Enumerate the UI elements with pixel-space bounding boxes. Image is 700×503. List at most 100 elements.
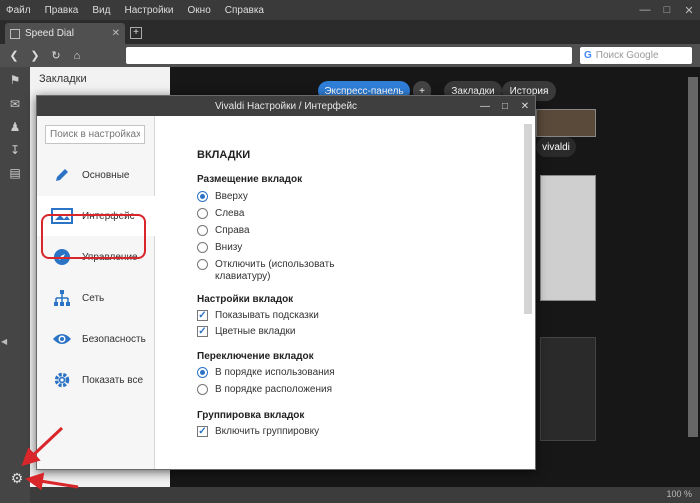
checkbox-checked-icon[interactable]: ✓ (197, 326, 208, 337)
address-input[interactable] (126, 47, 572, 64)
maximize-icon[interactable]: □ (656, 0, 678, 20)
eye-icon (51, 328, 73, 350)
menu-view[interactable]: Вид (92, 5, 110, 16)
collapse-arrow-icon[interactable]: ◀ (1, 337, 7, 346)
minimize-icon[interactable]: — (634, 0, 656, 20)
radio-button[interactable] (197, 367, 208, 378)
dialog-maximize-icon[interactable]: □ (495, 96, 515, 116)
settings-content: ВКЛАДКИ Размещение вкладок Вверху Слева … (155, 116, 535, 469)
menu-bar: Файл Правка Вид Настройки Окно Справка (0, 0, 700, 20)
group-title: Настройки вкладок (197, 294, 294, 305)
status-bar: 100 % (30, 487, 700, 503)
speed-dial-tile[interactable] (540, 337, 596, 441)
section-title: ВКЛАДКИ (197, 149, 251, 161)
gear-icon (51, 369, 73, 391)
option-label: Показывать подсказки (215, 310, 319, 321)
option-label: Отключить (использовать клавиатуру) (215, 259, 335, 282)
forward-icon[interactable]: ❯ (27, 49, 43, 62)
scrollbar[interactable] (688, 77, 698, 437)
menu-window[interactable]: Окно (188, 5, 211, 16)
close-icon[interactable]: ✕ (678, 0, 700, 20)
tab-close-icon[interactable]: ✕ (112, 28, 120, 39)
option-label: Цветные вкладки (215, 326, 296, 337)
dialog-close-icon[interactable]: ✕ (515, 96, 535, 116)
checkbox-checked-icon[interactable]: ✓ (197, 426, 208, 437)
search-field[interactable]: G Поиск Google (580, 47, 692, 64)
window-controls: — □ ✕ (634, 0, 700, 20)
bookmark-icon[interactable]: ⚑ (8, 73, 22, 87)
panel-title: Закладки (39, 73, 87, 85)
dialog-minimize-icon[interactable]: — (475, 96, 495, 116)
checkbox-grouping[interactable]: ✓ Включить группировку (197, 426, 319, 438)
radio-top[interactable]: Вверху (197, 191, 248, 203)
menu-edit[interactable]: Правка (45, 5, 79, 16)
settings-sidebar: Основные Интерфейс Управление Сеть Безоп (37, 116, 155, 469)
back-icon[interactable]: ❮ (6, 49, 22, 62)
radio-button[interactable] (197, 191, 208, 202)
radio-disable[interactable]: Отключить (использовать клавиатуру) (197, 259, 337, 283)
contacts-icon[interactable]: ♟ (8, 120, 22, 134)
group-title: Группировка вкладок (197, 410, 305, 421)
radio-position-order[interactable]: В порядке расположения (197, 384, 332, 396)
tile-label: vivaldi (536, 137, 576, 157)
option-label: Слева (215, 208, 245, 219)
home-icon[interactable]: ⌂ (69, 50, 85, 62)
notes-icon[interactable]: ▤ (8, 166, 22, 180)
nav-show-all[interactable]: Показать все (37, 360, 155, 400)
radio-button[interactable] (197, 242, 208, 253)
menu-settings[interactable]: Настройки (124, 5, 173, 16)
radio-left[interactable]: Слева (197, 208, 244, 220)
checkbox-checked-icon[interactable]: ✓ (197, 310, 208, 321)
group-title: Размещение вкладок (197, 174, 303, 185)
nav-label: Показать все (82, 374, 144, 386)
settings-scrollbar[interactable] (524, 124, 532, 464)
option-label: В порядке расположения (215, 384, 333, 395)
group-title: Переключение вкладок (197, 351, 314, 362)
menu-help[interactable]: Справка (225, 5, 264, 16)
checkbox-tooltips[interactable]: ✓ Показывать подсказки (197, 310, 319, 322)
option-label: Внизу (215, 242, 243, 253)
radio-button[interactable] (197, 384, 208, 395)
side-panel-strip: ⚑ ✉ ♟ ↧ ▤ ◀ (0, 67, 30, 503)
nav-network[interactable]: Сеть (37, 278, 155, 318)
radio-button[interactable] (197, 259, 208, 270)
new-tab-button[interactable]: + (130, 27, 142, 39)
scrollbar-thumb[interactable] (524, 124, 532, 314)
option-label: Справа (215, 225, 250, 236)
google-icon: G (584, 50, 592, 61)
checkbox-colored-tabs[interactable]: ✓ Цветные вкладки (197, 326, 295, 338)
radio-right[interactable]: Справа (197, 225, 250, 237)
nav-label: Основные (82, 169, 130, 181)
dialog-title: Vivaldi Настройки / Интерфейс (37, 96, 535, 116)
network-icon (51, 287, 73, 309)
radio-usage-order[interactable]: В порядке использования (197, 367, 335, 379)
nav-label: Сеть (82, 292, 105, 304)
menu-file[interactable]: Файл (6, 5, 31, 16)
nav-security[interactable]: Безопасность (37, 319, 155, 359)
download-icon[interactable]: ↧ (8, 143, 22, 157)
dialog-controls: — □ ✕ (475, 96, 535, 116)
speed-dial-tile[interactable] (540, 175, 596, 301)
reload-icon[interactable]: ↻ (48, 49, 64, 62)
radio-bottom[interactable]: Внизу (197, 242, 242, 254)
settings-dialog: Vivaldi Настройки / Интерфейс — □ ✕ Осно… (36, 95, 536, 470)
mail-icon[interactable]: ✉ (8, 97, 22, 111)
radio-button[interactable] (197, 225, 208, 236)
tab-bar: Speed Dial ✕ (0, 20, 700, 44)
option-label: В порядке использования (215, 367, 335, 378)
option-label: Вверху (215, 191, 248, 202)
nav-label: Безопасность (82, 333, 146, 345)
pencil-icon (51, 164, 73, 186)
settings-gear-icon[interactable]: ⚙ (9, 470, 25, 486)
search-placeholder: Поиск Google (595, 50, 659, 61)
settings-search-input[interactable] (45, 125, 145, 144)
tab-title: Speed Dial (25, 28, 74, 39)
speed-dial-tile[interactable] (536, 109, 596, 137)
speed-dial-favicon-icon (10, 28, 20, 39)
tab-speed-dial[interactable]: Speed Dial ✕ (5, 23, 125, 44)
option-label: Включить группировку (215, 426, 320, 437)
nav-general[interactable]: Основные (37, 155, 155, 195)
zoom-level: 100 % (666, 489, 692, 499)
highlight-annotation (41, 214, 146, 259)
radio-button[interactable] (197, 208, 208, 219)
